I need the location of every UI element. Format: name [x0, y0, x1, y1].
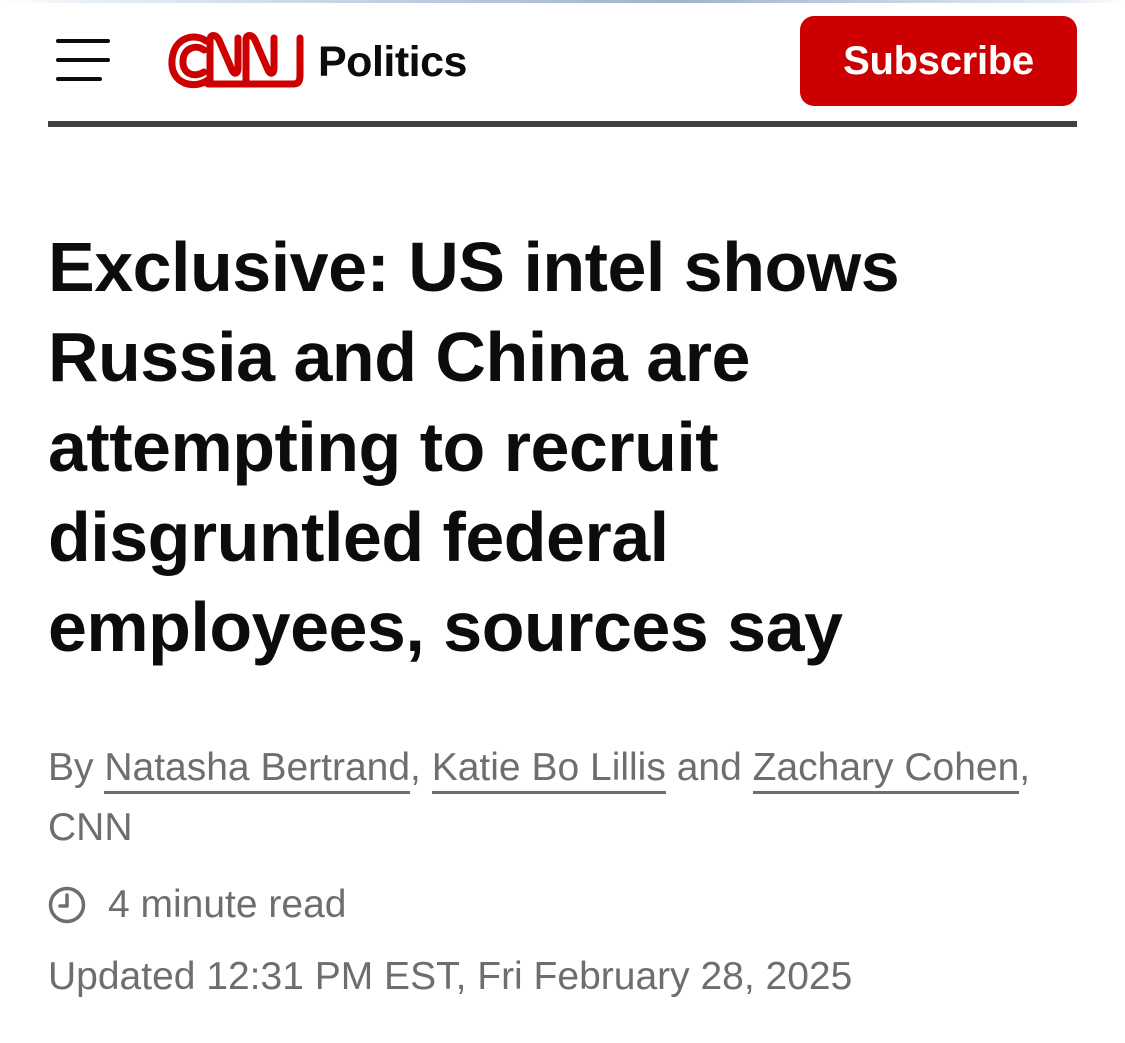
header-divider — [48, 121, 1077, 127]
hamburger-menu-icon[interactable] — [56, 39, 110, 83]
cnn-logo[interactable] — [166, 28, 306, 94]
author-link-natasha-bertrand[interactable]: Natasha Bertrand — [104, 746, 411, 794]
site-header: Politics Subscribe — [48, 16, 1077, 106]
author-link-zachary-cohen[interactable]: Zachary Cohen — [752, 746, 1020, 794]
author-link-katie-bo-lillis[interactable]: Katie Bo Lillis — [431, 746, 666, 794]
article-headline: Exclusive: US intel shows Russia and Chi… — [48, 228, 900, 666]
byline-separator: , — [410, 746, 421, 789]
top-edge-strip — [0, 0, 1125, 3]
byline-conjunction: and — [676, 746, 742, 789]
section-name[interactable]: Politics — [318, 38, 467, 86]
subscribe-button[interactable]: Subscribe — [800, 16, 1077, 106]
read-time-label: 4 minute read — [108, 883, 347, 926]
article-byline: By Natasha Bertrand, Katie Bo Lillis and… — [48, 738, 1048, 858]
read-time: 4 minute read — [48, 880, 346, 930]
byline-prefix: By — [48, 746, 94, 789]
updated-timestamp: Updated 12:31 PM EST, Fri February 28, 2… — [48, 955, 853, 998]
clock-icon — [48, 886, 86, 924]
